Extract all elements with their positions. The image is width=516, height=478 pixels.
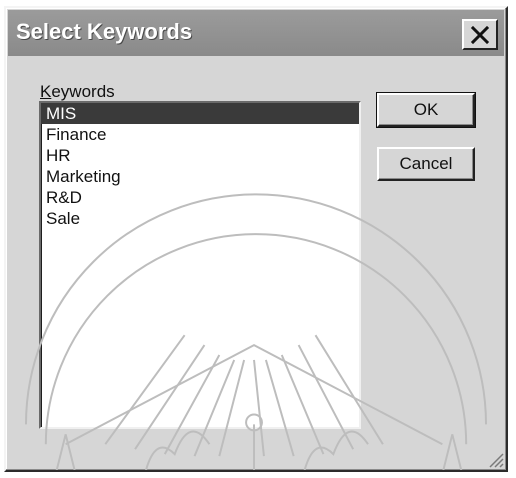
keywords-label-rest: eywords (51, 82, 115, 101)
keyword-item-marketing[interactable]: Marketing (41, 166, 359, 187)
keywords-label-accelerator: K (40, 82, 52, 101)
keyword-item-sale[interactable]: Sale (41, 208, 359, 229)
close-icon (470, 25, 490, 44)
keyword-item-hr[interactable]: HR (41, 145, 359, 166)
resize-grip-icon[interactable] (486, 450, 504, 468)
cancel-button[interactable]: Cancel (377, 147, 475, 181)
dialog-title: Select Keywords (16, 19, 193, 44)
keyword-item-rnd[interactable]: R&D (41, 187, 359, 208)
keywords-listbox[interactable]: MIS Finance HR Marketing R&D Sale (39, 101, 361, 429)
close-button[interactable] (462, 19, 498, 50)
select-keywords-dialog: Select Keywords Keywords MIS Finance HR … (4, 6, 508, 472)
ok-button[interactable]: OK (376, 92, 476, 128)
keyword-item-mis[interactable]: MIS (41, 103, 359, 124)
keyword-item-finance[interactable]: Finance (41, 124, 359, 145)
keywords-label: Keywords (40, 82, 115, 102)
title-bar[interactable]: Select Keywords (8, 10, 504, 56)
